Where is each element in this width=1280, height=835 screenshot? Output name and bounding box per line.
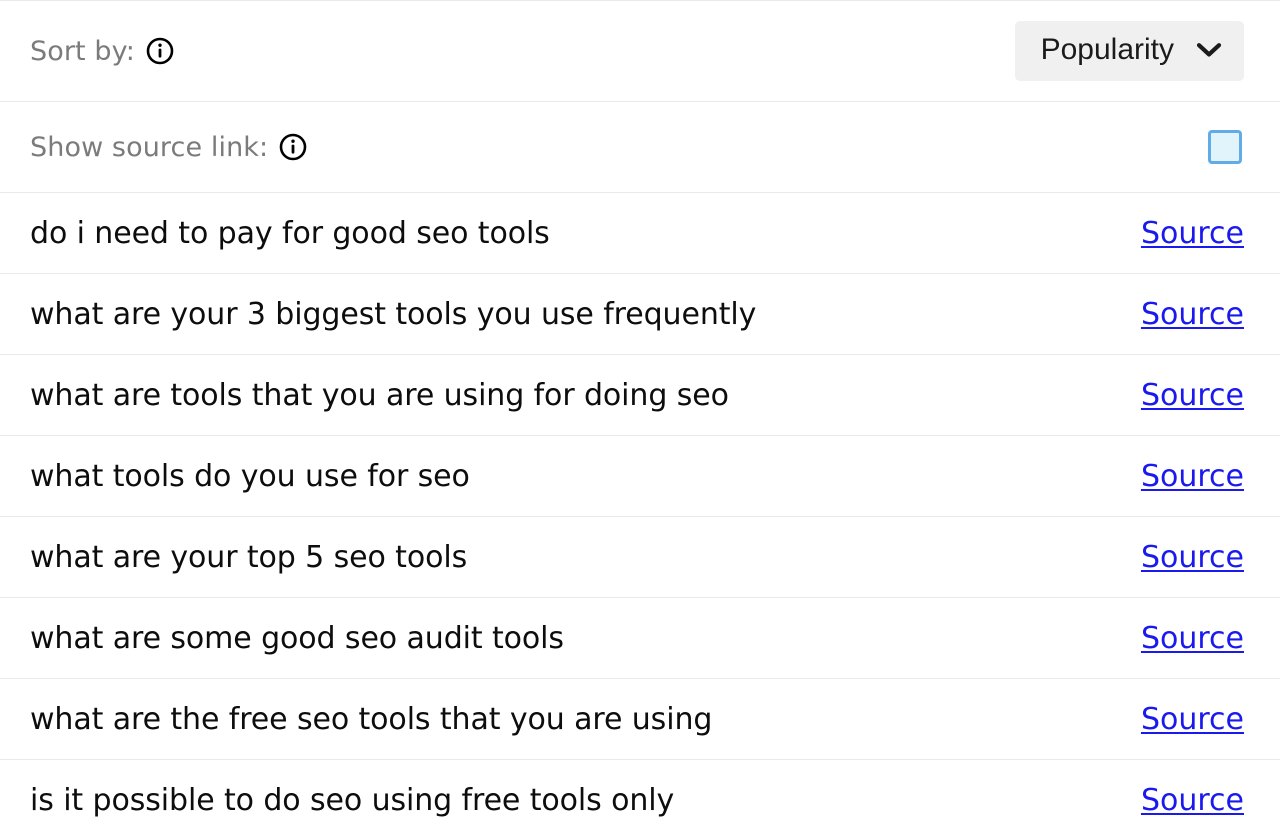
query-row[interactable]: do i need to pay for good seo tools Sourc… bbox=[0, 193, 1280, 273]
source-link[interactable]: Source bbox=[1141, 783, 1244, 818]
source-link[interactable]: Source bbox=[1141, 297, 1244, 332]
show-source-link-checkbox[interactable] bbox=[1208, 130, 1242, 164]
sort-by-selected-value: Popularity bbox=[1040, 33, 1174, 66]
query-row[interactable]: what are your 3 biggest tools you use fr… bbox=[0, 274, 1280, 354]
query-row[interactable]: what tools do you use for seo Source bbox=[0, 436, 1280, 516]
chevron-down-icon bbox=[1196, 43, 1222, 57]
query-text: what are your 3 biggest tools you use fr… bbox=[30, 296, 757, 332]
sort-by-label: Sort by: bbox=[30, 35, 135, 67]
source-link[interactable]: Source bbox=[1141, 378, 1244, 413]
sort-by-row: Sort by: Popularity bbox=[0, 1, 1280, 101]
info-circle-icon[interactable] bbox=[279, 133, 307, 161]
query-row[interactable]: what are the free seo tools that you are… bbox=[0, 679, 1280, 759]
source-link[interactable]: Source bbox=[1141, 216, 1244, 251]
query-text: what are some good seo audit tools bbox=[30, 620, 564, 656]
query-text: what are the free seo tools that you are… bbox=[30, 701, 713, 737]
source-link[interactable]: Source bbox=[1141, 621, 1244, 656]
settings-and-query-list-panel: Sort by: Popularity Show source link: do… bbox=[0, 0, 1280, 835]
query-row[interactable]: what are some good seo audit tools Source bbox=[0, 598, 1280, 678]
show-source-link-label: Show source link: bbox=[30, 131, 269, 163]
query-text: is it possible to do seo using free tool… bbox=[30, 782, 675, 818]
query-list: do i need to pay for good seo tools Sourc… bbox=[0, 193, 1280, 835]
query-text: what are tools that you are using for do… bbox=[30, 377, 729, 413]
source-link[interactable]: Source bbox=[1141, 459, 1244, 494]
sort-by-dropdown[interactable]: Popularity bbox=[1014, 21, 1244, 81]
info-circle-icon[interactable] bbox=[146, 37, 174, 65]
query-row[interactable]: is it possible to do seo using free tool… bbox=[0, 760, 1280, 835]
source-link[interactable]: Source bbox=[1141, 540, 1244, 575]
show-source-link-label-group: Show source link: bbox=[30, 132, 307, 163]
query-text: do i need to pay for good seo tools bbox=[30, 215, 550, 251]
query-text: what are your top 5 seo tools bbox=[30, 539, 468, 575]
query-row[interactable]: what are tools that you are using for do… bbox=[0, 355, 1280, 435]
sort-by-label-group: Sort by: bbox=[30, 36, 174, 67]
source-link[interactable]: Source bbox=[1141, 702, 1244, 737]
query-text: what tools do you use for seo bbox=[30, 458, 470, 494]
query-row[interactable]: what are your top 5 seo tools Source bbox=[0, 517, 1280, 597]
show-source-link-row: Show source link: bbox=[0, 102, 1280, 192]
